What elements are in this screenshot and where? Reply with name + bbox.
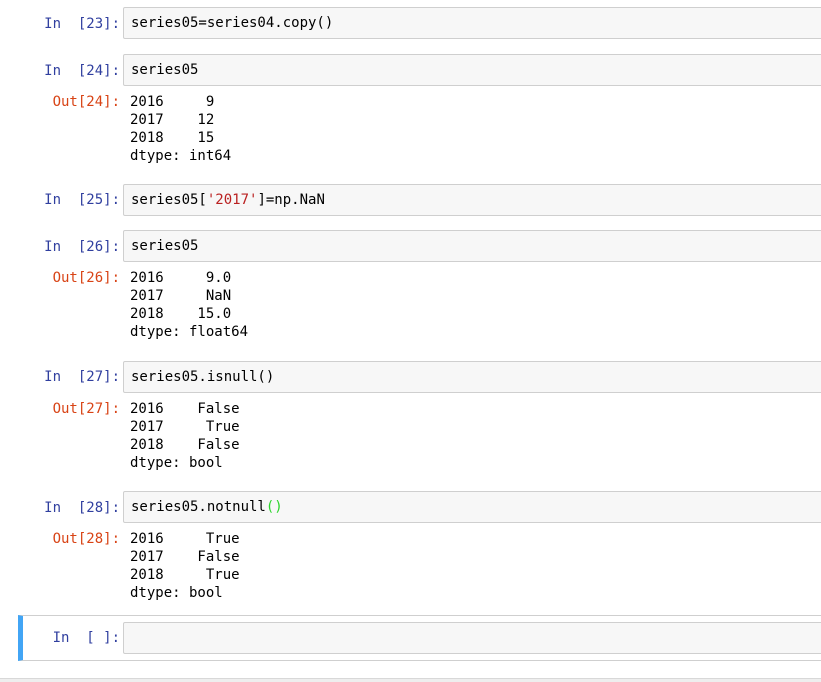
code-input-area[interactable]: series05 [123, 230, 821, 262]
cell-output: 2016 False 2017 True 2018 False dtype: b… [130, 401, 240, 471]
input-prompt: In [26]: [44, 239, 120, 255]
code-text: series05['2017']=np.NaN [131, 192, 325, 208]
input-prompt: In [25]: [44, 192, 120, 208]
output-prompt: Out[28]: [52, 531, 120, 547]
code-input-area[interactable] [123, 622, 821, 654]
code-cell-27[interactable]: In [27]: series05.isnull() Out[27]: 2016… [18, 361, 821, 476]
output-prompt: Out[24]: [52, 94, 120, 110]
output-prompt: Out[27]: [52, 401, 120, 417]
cell-output: 2016 9 2017 12 2018 15 dtype: int64 [130, 94, 232, 164]
notebook-container: In [23]: series05=series04.copy() In [24… [0, 0, 821, 679]
code-cell-28[interactable]: In [28]: series05.notnull() Out[28]: 201… [18, 491, 821, 606]
code-text: series05 [131, 238, 199, 254]
cell-output: 2016 9.0 2017 NaN 2018 15.0 dtype: float… [130, 270, 249, 340]
input-prompt: In [27]: [44, 369, 120, 385]
string-literal: '2017' [206, 192, 258, 208]
empty-code-cell-selected[interactable]: In [ ]: [18, 615, 821, 661]
cell-output: 2016 True 2017 False 2018 True dtype: bo… [130, 531, 240, 601]
code-cell-26[interactable]: In [26]: series05 Out[26]: 2016 9.0 2017… [18, 230, 821, 345]
code-input-area[interactable]: series05.notnull() [123, 491, 821, 523]
input-prompt: In [28]: [44, 500, 120, 516]
code-input-area[interactable]: series05.isnull() [123, 361, 821, 393]
matching-brackets: () [265, 499, 283, 515]
code-input-area[interactable]: series05 [123, 54, 821, 86]
code-text: series05.isnull() [131, 369, 275, 385]
output-prompt: Out[26]: [52, 270, 120, 286]
code-text: series05=series04.copy() [131, 15, 334, 31]
code-input-area[interactable]: series05['2017']=np.NaN [123, 184, 821, 216]
code-input-area[interactable]: series05=series04.copy() [123, 7, 821, 39]
code-cell-25[interactable]: In [25]: series05['2017']=np.NaN [18, 184, 821, 218]
input-prompt: In [23]: [44, 16, 120, 32]
code-cell-23[interactable]: In [23]: series05=series04.copy() [18, 7, 821, 41]
input-prompt: In [24]: [44, 63, 120, 79]
code-text: series05 [131, 62, 199, 78]
code-cell-24[interactable]: In [24]: series05 Out[24]: 2016 9 2017 1… [18, 54, 821, 169]
input-prompt: In [ ]: [52, 630, 120, 646]
code-text: series05.notnull() [131, 499, 283, 515]
